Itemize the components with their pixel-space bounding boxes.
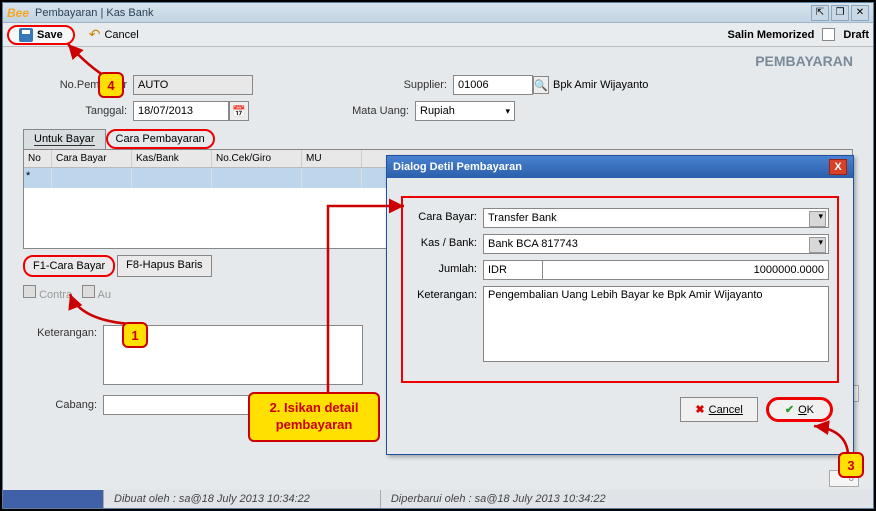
contra-checkbox: Contra bbox=[23, 285, 72, 301]
col-cek: No.Cek/Giro bbox=[212, 150, 302, 167]
tab-cara-pembayaran[interactable]: Cara Pembayaran bbox=[106, 129, 215, 149]
cancel-label: Cancel bbox=[104, 29, 138, 41]
supplier-code-field[interactable] bbox=[453, 75, 533, 95]
dialog-titlebar: Dialog Detil Pembayaran X bbox=[387, 156, 853, 178]
highlight-box: Cara Bayar: Transfer Bank Kas / Bank: Ba… bbox=[401, 196, 839, 383]
jumlah-label: Jumlah: bbox=[411, 260, 483, 275]
marker-1: 1 bbox=[122, 322, 148, 348]
window-min-button[interactable]: ⇱ bbox=[811, 5, 829, 21]
col-cara: Cara Bayar bbox=[52, 150, 132, 167]
window-close-button[interactable]: ✕ bbox=[851, 5, 869, 21]
window-max-button[interactable]: ❐ bbox=[831, 5, 849, 21]
marker-4: 4 bbox=[98, 72, 124, 98]
f8-hapus-baris-button[interactable]: F8-Hapus Baris bbox=[117, 255, 211, 277]
tab-untuk-bayar[interactable]: Untuk Bayar bbox=[23, 129, 106, 149]
col-mu: MU bbox=[302, 150, 362, 167]
toolbar: Save Cancel Salin Memorized Draft bbox=[3, 23, 873, 47]
save-button[interactable]: Save bbox=[7, 25, 75, 45]
draft-checkbox[interactable] bbox=[822, 28, 835, 41]
col-kas: Kas/Bank bbox=[132, 150, 212, 167]
callout-2: 2. Isikan detail pembayaran bbox=[248, 392, 380, 442]
marker-3: 3 bbox=[838, 452, 864, 478]
dialog-close-button[interactable]: X bbox=[829, 159, 847, 175]
page-title: PEMBAYARAN bbox=[3, 47, 873, 73]
f1-cara-bayar-button[interactable]: F1-Cara Bayar bbox=[23, 255, 115, 277]
cara-bayar-select[interactable]: Transfer Bank bbox=[483, 208, 829, 228]
dlg-keterangan-field[interactable]: Pengembalian Uang Lebih Bayar ke Bpk Ami… bbox=[483, 286, 829, 362]
tanggal-label: Tanggal: bbox=[23, 105, 133, 117]
search-icon[interactable]: 🔍 bbox=[533, 76, 549, 94]
currency-field[interactable] bbox=[483, 260, 543, 280]
memorized-link[interactable]: Salin Memorized bbox=[728, 29, 815, 41]
keterangan-label: Keterangan: bbox=[23, 325, 103, 385]
amount-field[interactable] bbox=[543, 260, 829, 280]
tanggal-field[interactable] bbox=[133, 101, 229, 121]
cara-bayar-label: Cara Bayar: bbox=[411, 208, 483, 223]
dialog-cancel-button[interactable]: ✖Cancel bbox=[680, 397, 757, 422]
save-label: Save bbox=[37, 29, 63, 41]
col-no: No bbox=[24, 150, 52, 167]
dialog-detil-pembayaran: Dialog Detil Pembayaran X Cara Bayar: Tr… bbox=[386, 155, 854, 455]
titlebar: Bee Pembayaran | Kas Bank ⇱ ❐ ✕ bbox=[3, 3, 873, 23]
status-updated: Diperbarui oleh : sa@18 July 2013 10:34:… bbox=[380, 490, 616, 508]
supplier-label: Supplier: bbox=[253, 79, 453, 91]
app-logo: Bee bbox=[7, 6, 29, 20]
dlg-ket-label: Keterangan: bbox=[411, 286, 483, 301]
check-icon: ✔ bbox=[785, 403, 794, 416]
draft-label: Draft bbox=[843, 29, 869, 41]
auto-checkbox: Au bbox=[82, 285, 111, 301]
supplier-name: Bpk Amir Wijayanto bbox=[549, 79, 648, 91]
dialog-title: Dialog Detil Pembayaran bbox=[393, 161, 522, 173]
kas-bank-select[interactable]: Bank BCA 817743 bbox=[483, 234, 829, 254]
dialog-ok-button[interactable]: ✔OK bbox=[766, 397, 833, 422]
mu-label: Mata Uang: bbox=[249, 105, 415, 117]
disk-icon bbox=[19, 28, 33, 42]
cabang-label: Cabang: bbox=[23, 399, 103, 411]
no-field bbox=[133, 75, 253, 95]
calendar-icon[interactable]: 📅 bbox=[229, 101, 249, 121]
statusbar: Dibuat oleh : sa@18 July 2013 10:34:22 D… bbox=[3, 490, 873, 508]
kas-bank-label: Kas / Bank: bbox=[411, 234, 483, 249]
undo-icon bbox=[89, 26, 101, 43]
status-created: Dibuat oleh : sa@18 July 2013 10:34:22 bbox=[103, 490, 320, 508]
x-icon: ✖ bbox=[695, 403, 704, 416]
window-title: Pembayaran | Kas Bank bbox=[35, 7, 811, 19]
mu-select[interactable]: Rupiah bbox=[415, 101, 515, 121]
cancel-button[interactable]: Cancel bbox=[81, 24, 147, 45]
